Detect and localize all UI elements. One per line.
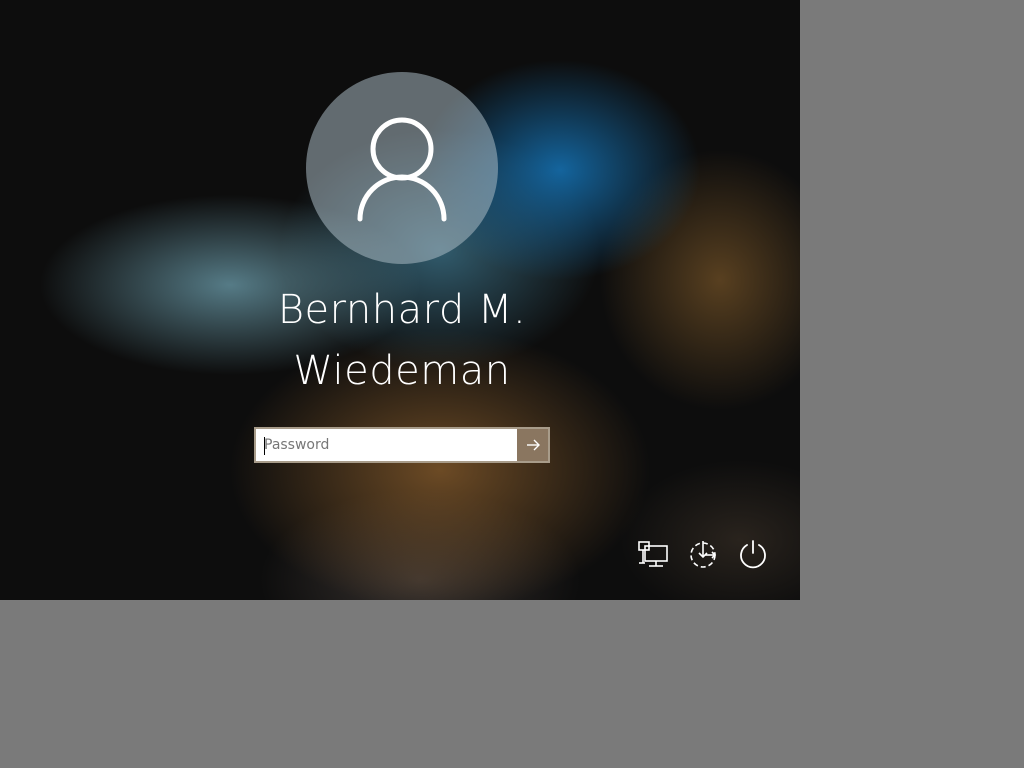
user-avatar[interactable] [306, 72, 498, 264]
power-button[interactable] [736, 537, 770, 571]
user-name: Bernhard M. Wiedeman [277, 287, 527, 394]
ease-of-access-icon [690, 541, 717, 568]
user-avatar-icon [357, 117, 447, 222]
text-cursor [264, 437, 265, 455]
ease-of-access-button[interactable] [686, 537, 720, 571]
password-input[interactable] [256, 429, 517, 461]
network-icon [638, 541, 668, 567]
bottom-toolbar [636, 537, 770, 571]
power-icon [740, 540, 766, 569]
password-box [254, 427, 550, 463]
submit-button[interactable] [517, 429, 548, 461]
lock-screen: Bernhard M. Wiedeman [0, 0, 800, 600]
network-button[interactable] [636, 537, 670, 571]
arrow-right-icon [526, 439, 540, 451]
